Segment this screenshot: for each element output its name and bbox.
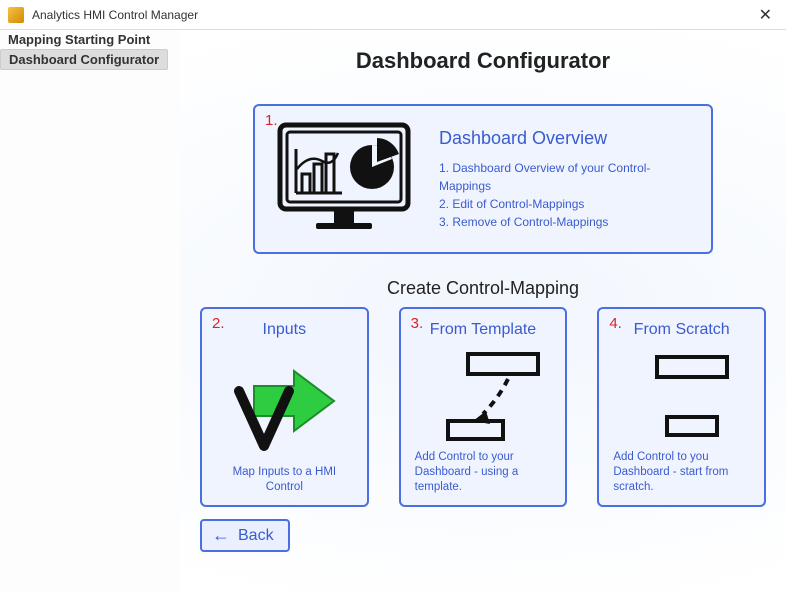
- card-desc: Map Inputs to a HMI Control: [216, 465, 353, 495]
- card-title: From Template: [430, 321, 536, 339]
- card-number: 4.: [609, 315, 622, 332]
- section-title-create: Create Control-Mapping: [200, 278, 766, 299]
- card-desc: Add Control to you Dashboard - start fro…: [613, 450, 750, 495]
- main-panel: Dashboard Configurator 1.: [180, 30, 786, 593]
- card-desc: Add Control to your Dashboard - using a …: [415, 450, 552, 495]
- overview-line: 1. Dashboard Overview of your Control-Ma…: [439, 159, 697, 195]
- template-arrow-icon: [415, 347, 552, 450]
- window-title: Analytics HMI Control Manager: [32, 8, 753, 22]
- page-title: Dashboard Configurator: [200, 48, 766, 74]
- sidebar-item-mapping-starting-point[interactable]: Mapping Starting Point: [0, 30, 158, 49]
- card-number: 1.: [265, 112, 278, 129]
- overview-title: Dashboard Overview: [439, 128, 697, 149]
- create-row: 2. Inputs Map Inputs to a HMI Control 3.…: [200, 307, 766, 507]
- close-icon[interactable]: ✕: [753, 5, 778, 25]
- back-arrow-icon: ←: [212, 525, 230, 546]
- scratch-boxes-icon: [613, 347, 750, 450]
- overview-line: 2. Edit of Control-Mappings: [439, 195, 697, 213]
- monitor-icon: [269, 119, 419, 239]
- overview-line: 3. Remove of Control-Mappings: [439, 213, 697, 231]
- card-dashboard-overview[interactable]: 1. Dashboard: [253, 104, 713, 254]
- card-inputs[interactable]: 2. Inputs Map Inputs to a HMI Control: [200, 307, 369, 507]
- back-button[interactable]: ← Back: [200, 519, 290, 552]
- titlebar: Analytics HMI Control Manager ✕: [0, 0, 786, 30]
- sidebar: Mapping Starting Point Dashboard Configu…: [0, 30, 180, 593]
- sidebar-item-dashboard-configurator[interactable]: Dashboard Configurator: [0, 49, 168, 70]
- card-from-scratch[interactable]: 4. From Scratch Add Control to you Dashb…: [597, 307, 766, 507]
- card-title: Inputs: [263, 321, 307, 339]
- card-from-template[interactable]: 3. From Template Add Control to your Das…: [399, 307, 568, 507]
- card-title: From Scratch: [634, 321, 730, 339]
- back-label: Back: [238, 527, 274, 545]
- card-number: 3.: [411, 315, 424, 332]
- inputs-arrow-icon: [216, 347, 353, 465]
- card-number: 2.: [212, 315, 225, 332]
- overview-text: Dashboard Overview 1. Dashboard Overview…: [439, 128, 697, 231]
- app-icon: [8, 7, 24, 23]
